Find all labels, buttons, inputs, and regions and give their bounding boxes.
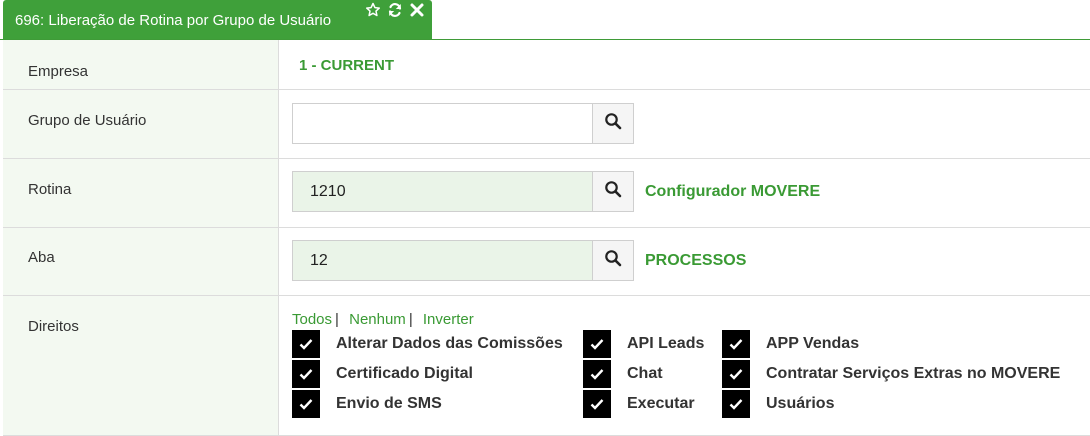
- rotina-input[interactable]: 1210: [292, 171, 593, 212]
- search-icon: [604, 249, 622, 272]
- checkbox-label: Alterar Dados das Comissões: [336, 335, 563, 352]
- rotina-description: Configurador MOVERE: [645, 183, 821, 200]
- checkbox-item[interactable]: Envio de SMS: [292, 390, 442, 418]
- invert-selection-link[interactable]: Inverter: [423, 311, 474, 328]
- checkbox-label: API Leads: [627, 335, 705, 352]
- selection-links: Todos | Nenhum | Inverter: [292, 311, 474, 328]
- checkbox-label: Executar: [627, 395, 695, 412]
- select-none-link[interactable]: Nenhum: [349, 311, 406, 328]
- checkbox-label: Contratar Serviços Extras no MOVERE: [766, 365, 1061, 382]
- check-icon[interactable]: [583, 360, 611, 388]
- grupo-usuario-search-button[interactable]: [592, 103, 634, 144]
- check-icon[interactable]: [583, 390, 611, 418]
- check-icon[interactable]: [292, 360, 320, 388]
- checkbox-label: APP Vendas: [766, 335, 860, 352]
- checkbox-item[interactable]: Executar: [583, 390, 695, 418]
- grupo-usuario-input[interactable]: [292, 103, 593, 144]
- check-icon[interactable]: [292, 390, 320, 418]
- checkbox-item[interactable]: Certificado Digital: [292, 360, 473, 388]
- label-grupo-usuario: Grupo de Usuário: [28, 112, 147, 129]
- row-aba: Aba 12 PROCESSOS: [3, 228, 1090, 296]
- refresh-icon[interactable]: [387, 2, 403, 18]
- checkbox-label: Certificado Digital: [336, 365, 473, 382]
- empresa-value: 1 - CURRENT: [299, 57, 395, 74]
- label-direitos: Direitos: [28, 318, 79, 335]
- row-empresa: Empresa 1 - CURRENT: [3, 40, 1090, 90]
- checkbox-label: Envio de SMS: [336, 395, 442, 412]
- search-icon: [604, 112, 622, 135]
- aba-input[interactable]: 12: [292, 240, 593, 281]
- check-icon[interactable]: [292, 330, 320, 358]
- check-icon[interactable]: [722, 390, 750, 418]
- checkbox-item[interactable]: Chat: [583, 360, 663, 388]
- check-icon[interactable]: [722, 360, 750, 388]
- aba-description: PROCESSOS: [645, 252, 747, 269]
- label-empresa: Empresa: [28, 63, 89, 80]
- select-all-link[interactable]: Todos: [292, 311, 332, 328]
- search-icon: [604, 180, 622, 203]
- row-rotina: Rotina 1210 Configurador MOVERE: [3, 159, 1090, 228]
- star-icon[interactable]: [365, 2, 381, 18]
- label-rotina: Rotina: [28, 181, 72, 198]
- check-icon[interactable]: [583, 330, 611, 358]
- link-separator: |: [335, 311, 339, 328]
- checkbox-item[interactable]: APP Vendas: [722, 330, 859, 358]
- tab-rotina-liberacao[interactable]: 696: Liberação de Rotina por Grupo de Us…: [3, 0, 432, 39]
- link-separator: |: [408, 311, 413, 328]
- tab-title: 696: Liberação de Rotina por Grupo de Us…: [15, 12, 332, 29]
- row-direitos: Direitos Todos | Nenhum | Inverter Alterar…: [3, 296, 1090, 436]
- check-icon[interactable]: [722, 330, 750, 358]
- aba-search-button[interactable]: [592, 240, 634, 281]
- checkbox-item[interactable]: Alterar Dados das Comissões: [292, 330, 563, 358]
- row-grupo-usuario: Grupo de Usuário: [3, 90, 1090, 159]
- checkbox-item[interactable]: API Leads: [583, 330, 704, 358]
- rotina-search-button[interactable]: [592, 171, 634, 212]
- checkbox-item[interactable]: Usuários: [722, 390, 834, 418]
- close-icon[interactable]: [409, 2, 425, 18]
- label-aba: Aba: [28, 249, 55, 266]
- checkbox-label: Chat: [627, 365, 663, 382]
- tab-bar: 696: Liberação de Rotina por Grupo de Us…: [0, 0, 1090, 40]
- checkbox-label: Usuários: [766, 395, 835, 412]
- checkbox-item[interactable]: Contratar Serviços Extras no MOVERE: [722, 360, 1060, 388]
